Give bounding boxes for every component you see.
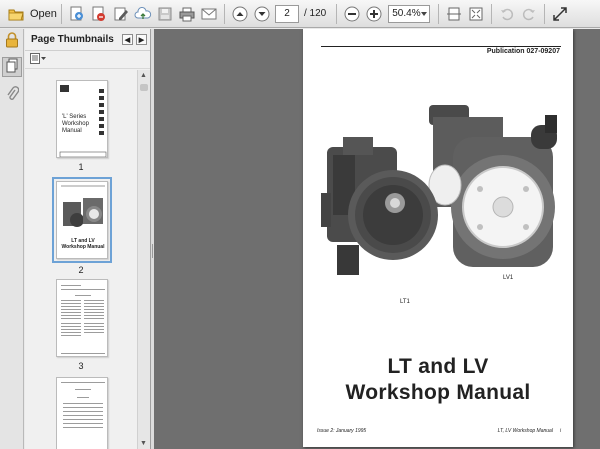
email-icon xyxy=(200,5,218,23)
open-button[interactable]: Open xyxy=(3,3,57,25)
fit-width-icon xyxy=(467,5,485,23)
thumbnail-scrollbar[interactable]: ▲ ▼ xyxy=(137,70,150,449)
panel-options[interactable] xyxy=(25,51,150,69)
header-rule xyxy=(321,46,561,47)
cloud-upload-icon xyxy=(134,5,152,23)
navigation-rail xyxy=(0,29,24,449)
paperclip-icon xyxy=(5,85,20,105)
print-icon xyxy=(178,5,196,23)
caption-lv1: LV1 xyxy=(503,275,514,281)
toolbar-separator xyxy=(61,3,62,24)
double-chevron-left-icon: ◀ xyxy=(124,36,131,44)
attachments-button[interactable] xyxy=(2,85,22,105)
page-thumbnails-button[interactable] xyxy=(2,57,22,77)
toolbar-separator xyxy=(544,3,546,24)
zoom-value: 50.4% xyxy=(392,7,421,19)
expand-icon xyxy=(551,5,569,23)
panel-header: Page Thumbnails ◀ ▶ xyxy=(25,29,150,51)
page-number-input[interactable]: 2 xyxy=(275,4,299,23)
edit-button[interactable] xyxy=(110,3,132,25)
pages-icon xyxy=(5,58,19,77)
close-panel-button[interactable]: ▶ xyxy=(136,34,147,45)
thumbnail-number: 2 xyxy=(78,265,84,275)
create-pdf-icon xyxy=(68,5,86,23)
rotate-cw-icon xyxy=(520,5,538,23)
thumbnail-list: 'L' Series Workshop Manual 1 LT and LV W… xyxy=(25,70,137,449)
zoom-out-icon xyxy=(343,5,361,23)
footer-issue: Issue 2: January 1995 xyxy=(317,428,367,434)
options-menu-icon xyxy=(30,52,46,67)
engine-photo xyxy=(321,105,557,275)
chevron-down-icon xyxy=(421,11,428,16)
publication-number: Publication 027-09207 xyxy=(486,48,560,55)
scroll-down-icon[interactable]: ▼ xyxy=(140,440,147,447)
zoom-out-button[interactable] xyxy=(341,3,363,25)
convert-pdf-button[interactable] xyxy=(88,3,110,25)
toolbar-separator xyxy=(336,3,338,24)
convert-pdf-icon xyxy=(90,5,108,23)
toolbar: Open 2 / 120 50.4% xyxy=(0,0,600,28)
edit-icon xyxy=(112,5,130,23)
create-pdf-button[interactable] xyxy=(66,3,88,25)
toolbar-separator xyxy=(438,3,440,24)
save-icon xyxy=(156,5,174,23)
thumbnail-image xyxy=(56,279,108,357)
document-viewer[interactable]: Publication 027-09207 LV1 LT1 LT and LV … xyxy=(154,29,600,449)
scrollbar-thumb[interactable] xyxy=(140,84,148,91)
cloud-upload-button[interactable] xyxy=(132,3,154,25)
document-title-line-1: LT and LV xyxy=(387,355,489,378)
rotate-ccw-button[interactable] xyxy=(496,3,518,25)
next-page-button[interactable] xyxy=(251,3,273,25)
toolbar-separator xyxy=(224,3,225,24)
next-page-icon xyxy=(253,5,271,23)
rotate-cw-button[interactable] xyxy=(518,3,540,25)
thumbnail-image xyxy=(56,377,108,449)
thumbnail-image-selected: LT and LV Workshop Manual xyxy=(52,177,112,263)
thumbnail-number: 1 xyxy=(78,162,84,172)
security-button[interactable] xyxy=(2,31,22,51)
expand-button[interactable] xyxy=(549,3,571,25)
document-title-line-2: Workshop Manual xyxy=(345,381,531,404)
thumbnail-number: 3 xyxy=(78,361,84,371)
zoom-select[interactable]: 50.4% xyxy=(388,4,431,23)
page-2-title: LT and LV Workshop Manual xyxy=(61,238,105,250)
footer-manual: LT, LV Workshop Manual i xyxy=(497,428,561,434)
save-button[interactable] xyxy=(154,3,176,25)
panel-title: Page Thumbnails xyxy=(31,34,114,45)
scroll-up-icon[interactable]: ▲ xyxy=(140,72,147,79)
chevron-right-icon: ▶ xyxy=(138,36,145,44)
collapse-panel-button[interactable]: ◀ xyxy=(122,34,133,45)
fit-page-button[interactable] xyxy=(443,3,465,25)
splitter-grip xyxy=(152,244,153,258)
thumbnails-panel: Page Thumbnails ◀ ▶ 'L' Series Workshop … xyxy=(25,29,151,449)
previous-page-icon xyxy=(231,5,249,23)
thumbnail-image: 'L' Series Workshop Manual xyxy=(56,80,108,158)
zoom-in-icon xyxy=(365,5,383,23)
toolbar-separator xyxy=(491,3,493,24)
page-1-title: 'L' Series Workshop Manual xyxy=(62,114,89,134)
caption-lt1: LT1 xyxy=(400,299,410,305)
zoom-in-button[interactable] xyxy=(363,3,385,25)
fit-page-icon xyxy=(445,5,463,23)
print-button[interactable] xyxy=(176,3,198,25)
folder-icon xyxy=(7,5,25,23)
document-page: Publication 027-09207 LV1 LT1 LT and LV … xyxy=(303,29,573,447)
page-total-label: / 120 xyxy=(304,8,327,19)
lock-icon xyxy=(5,31,19,51)
previous-page-button[interactable] xyxy=(229,3,251,25)
fit-width-button[interactable] xyxy=(465,3,487,25)
rotate-ccw-icon xyxy=(498,5,516,23)
email-button[interactable] xyxy=(198,3,220,25)
open-label: Open xyxy=(30,7,57,20)
